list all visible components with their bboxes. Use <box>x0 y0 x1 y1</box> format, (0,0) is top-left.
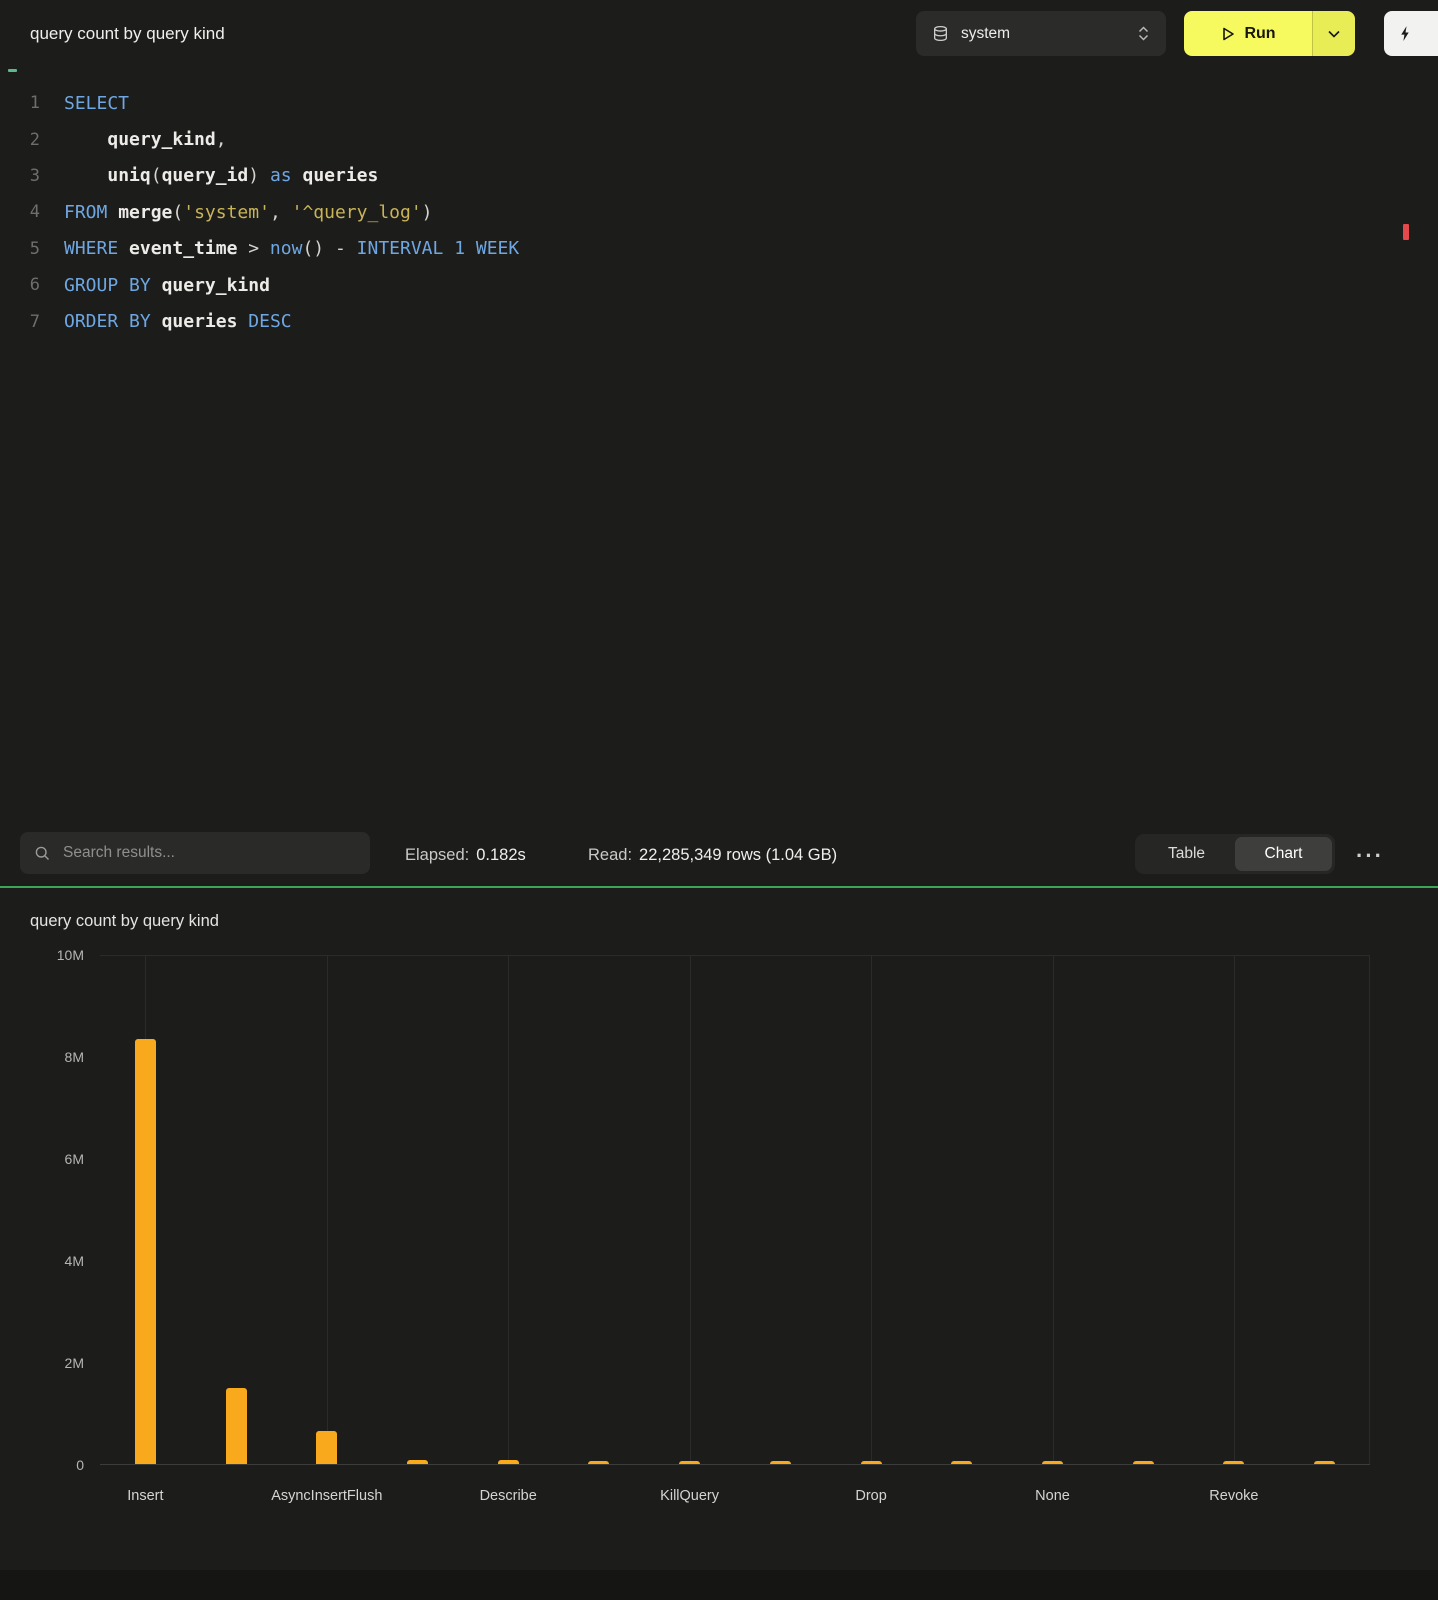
x-tick-label: Revoke <box>1209 1488 1258 1504</box>
bar <box>588 1461 609 1465</box>
run-button-group: Run <box>1184 11 1355 56</box>
code-text: FROM merge('system', '^query_log') <box>64 202 433 223</box>
bar <box>951 1461 972 1465</box>
sql-editor[interactable]: 1SELECT2 query_kind,3 uniq(query_id) as … <box>0 68 1438 825</box>
elapsed-label: Elapsed: <box>405 846 469 865</box>
bar <box>679 1461 700 1465</box>
code-text: GROUP BY query_kind <box>64 275 270 296</box>
line-number: 1 <box>0 93 40 113</box>
bottom-strip <box>0 1570 1438 1600</box>
database-selector-value: system <box>961 25 1137 43</box>
bar <box>1314 1461 1335 1465</box>
bar <box>316 1431 337 1464</box>
code-line: 4 FROM merge('system', '^query_log') <box>0 194 1438 230</box>
run-button[interactable]: Run <box>1184 11 1312 56</box>
database-icon <box>932 25 949 42</box>
code-text: ORDER BY queries DESC <box>64 311 292 332</box>
y-tick-label: 6M <box>24 1151 84 1167</box>
tab-table[interactable]: Table <box>1138 837 1235 871</box>
elapsed-stat: Elapsed: 0.182s <box>405 825 526 886</box>
database-selector[interactable]: system <box>916 11 1166 56</box>
top-gridline <box>100 955 1370 956</box>
scrollbar-error-marker <box>1403 224 1409 240</box>
lightning-icon <box>1399 25 1412 42</box>
bar <box>498 1460 519 1464</box>
chart-title: query count by query kind <box>30 912 219 931</box>
bar <box>407 1460 428 1464</box>
x-axis-line <box>100 1464 1370 1465</box>
x-tick-label: Drop <box>855 1488 886 1504</box>
results-toolbar: Elapsed: 0.182s Read: 22,285,349 rows (1… <box>0 825 1438 886</box>
play-icon <box>1220 26 1235 42</box>
bar <box>226 1388 247 1464</box>
read-label: Read: <box>588 846 632 865</box>
code-line: 5 WHERE event_time > now() - INTERVAL 1 W… <box>0 231 1438 267</box>
editor-change-indicator <box>8 69 17 72</box>
read-stat: Read: 22,285,349 rows (1.04 GB) <box>588 825 837 886</box>
y-tick-label: 10M <box>24 947 84 963</box>
read-value: 22,285,349 rows (1.04 GB) <box>639 846 837 865</box>
line-number: 6 <box>0 275 40 295</box>
code-text: query_kind, <box>64 129 227 150</box>
bar <box>1133 1461 1154 1465</box>
code-line: 3 uniq(query_id) as queries <box>0 158 1438 194</box>
search-box <box>20 832 370 874</box>
toolbar-extra-button[interactable] <box>1384 11 1438 56</box>
v-gridline <box>871 955 872 1464</box>
run-button-label: Run <box>1244 25 1275 43</box>
bar <box>861 1461 882 1465</box>
x-tick-label: KillQuery <box>660 1488 719 1504</box>
line-number: 2 <box>0 130 40 150</box>
chevron-down-icon <box>1328 30 1340 38</box>
app: { "topbar": { "title": "query count by q… <box>0 0 1438 1600</box>
x-tick-label: AsyncInsertFlush <box>271 1488 382 1504</box>
elapsed-value: 0.182s <box>476 846 526 865</box>
y-tick-label: 8M <box>24 1049 84 1065</box>
run-options-button[interactable] <box>1312 11 1355 56</box>
search-input[interactable] <box>61 843 356 863</box>
code-line: 2 query_kind, <box>0 121 1438 157</box>
right-gridline <box>1369 955 1370 1464</box>
code-text: uniq(query_id) as queries <box>64 165 378 186</box>
x-tick-label: Describe <box>480 1488 537 1504</box>
v-gridline <box>508 955 509 1464</box>
chart-panel: query count by query kind InsertAsyncIns… <box>0 888 1438 1600</box>
code-text: WHERE event_time > now() - INTERVAL 1 WE… <box>64 238 519 259</box>
y-tick-label: 4M <box>24 1253 84 1269</box>
topbar: query count by query kind system Run <box>0 0 1438 68</box>
code-line: 1 SELECT <box>0 85 1438 121</box>
v-gridline <box>327 955 328 1464</box>
more-options-button[interactable]: ··· <box>1356 825 1384 886</box>
search-icon <box>34 845 51 862</box>
line-number: 7 <box>0 312 40 332</box>
bar <box>1223 1461 1244 1465</box>
line-number: 4 <box>0 202 40 222</box>
chart-plot: InsertAsyncInsertFlushDescribeKillQueryD… <box>100 955 1370 1465</box>
updown-chevron-icon <box>1137 25 1150 42</box>
v-gridline <box>1053 955 1054 1464</box>
page-title: query count by query kind <box>30 24 225 44</box>
view-toggle: Table Chart <box>1135 834 1335 874</box>
x-tick-label: None <box>1035 1488 1070 1504</box>
line-number: 3 <box>0 166 40 186</box>
x-tick-label: Insert <box>127 1488 163 1504</box>
code-line: 7 ORDER BY queries DESC <box>0 303 1438 339</box>
code-line: 6 GROUP BY query_kind <box>0 267 1438 303</box>
code-text: SELECT <box>64 93 129 114</box>
bar <box>1042 1461 1063 1465</box>
tab-chart[interactable]: Chart <box>1235 837 1332 871</box>
y-tick-label: 0 <box>24 1457 84 1473</box>
editor-lines: 1SELECT2 query_kind,3 uniq(query_id) as … <box>0 85 1438 340</box>
line-number: 5 <box>0 239 40 259</box>
bar <box>770 1461 791 1465</box>
bar <box>135 1039 156 1464</box>
v-gridline <box>690 955 691 1464</box>
y-tick-label: 2M <box>24 1355 84 1371</box>
v-gridline <box>1234 955 1235 1464</box>
